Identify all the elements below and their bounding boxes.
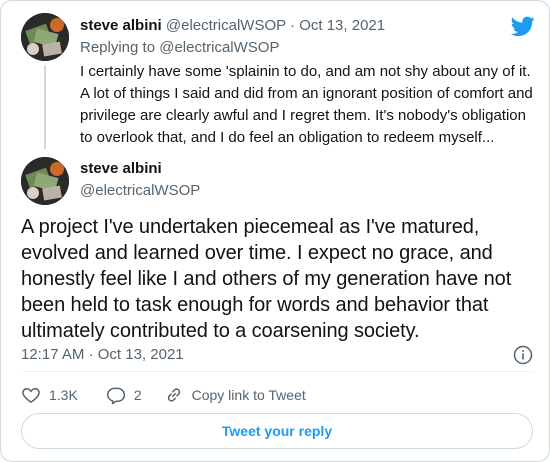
tweet-date[interactable]: Oct 13, 2021 [98, 346, 184, 363]
info-icon[interactable] [513, 345, 533, 365]
embedded-tweet-card: steve albini @electricalWSOP · Oct 13, 2… [0, 0, 550, 462]
avatar[interactable] [21, 157, 69, 205]
author-name[interactable]: steve albini [80, 159, 162, 179]
separator: · [290, 17, 296, 34]
reply-count: 2 [133, 387, 142, 403]
thread-line [44, 65, 46, 149]
copy-link-label: Copy link to Tweet [191, 387, 306, 403]
like-button[interactable]: 1.3K [21, 385, 78, 405]
like-count: 1.3K [49, 387, 78, 403]
twitter-bird-icon[interactable] [510, 14, 535, 38]
tweet-date[interactable]: Oct 13, 2021 [299, 17, 385, 34]
main-tweet-text: A project I've undertaken piecemeal as I… [21, 216, 512, 342]
author-name[interactable]: steve albini [80, 17, 162, 34]
separator: · [88, 346, 94, 363]
replying-handle[interactable]: @electricalWSOP [159, 39, 279, 56]
link-icon [167, 388, 180, 402]
tweet-your-reply-button[interactable]: Tweet your reply [21, 413, 533, 449]
author-handle[interactable]: @electricalWSOP [80, 181, 200, 201]
avatar[interactable] [21, 13, 69, 61]
heart-icon [22, 387, 40, 403]
divider [21, 371, 533, 372]
author-handle[interactable]: @electricalWSOP [166, 17, 286, 34]
reply-tweet-text: I certainly have some 'splainin to do, a… [80, 63, 533, 146]
reply-button[interactable]: 2 [106, 385, 142, 405]
tweet-timestamp[interactable]: 12:17 AM · Oct 13, 2021 [21, 345, 184, 365]
tweet-time[interactable]: 12:17 AM [21, 346, 84, 363]
copy-link-button[interactable]: Copy link to Tweet [164, 385, 306, 405]
tweet-actions: 1.3K 2 Copy link to Tweet [21, 383, 306, 407]
reply-tweet-header: steve albini @electricalWSOP · Oct 13, 2… [80, 16, 385, 36]
reply-bubble-icon [106, 387, 125, 405]
replying-prefix: Replying to [80, 39, 156, 56]
replying-to: Replying to @electricalWSOP [80, 38, 279, 58]
